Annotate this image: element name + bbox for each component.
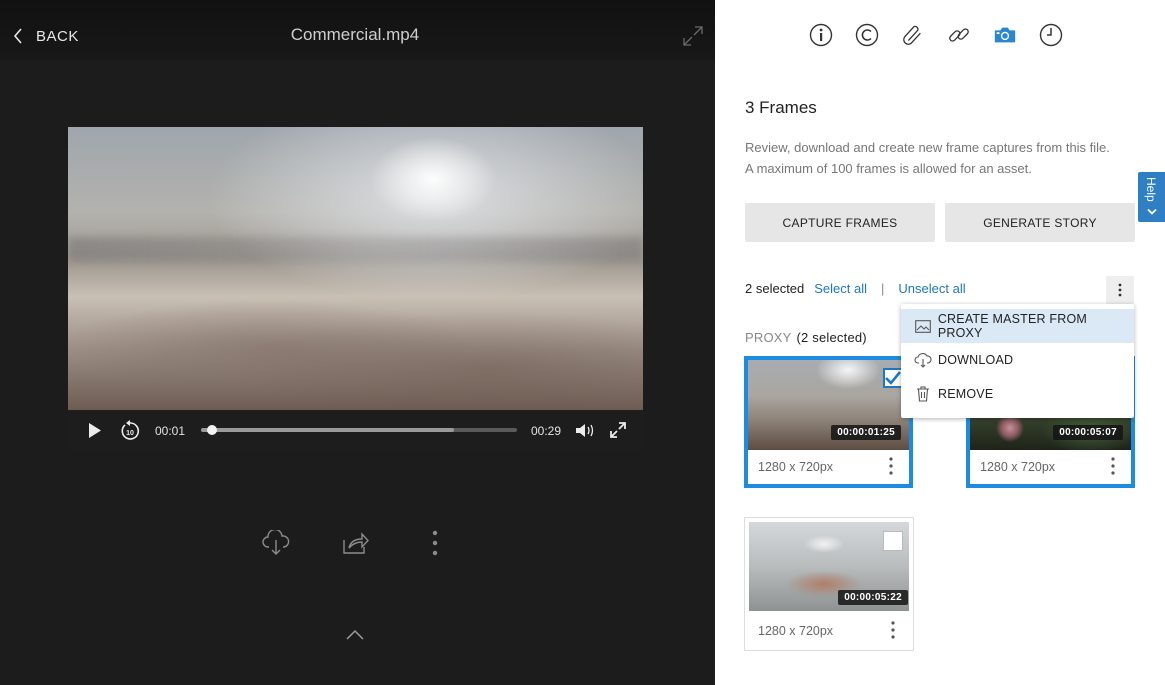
frame-resolution: 1280 x 720px [980,460,1056,474]
svg-text:10: 10 [126,430,134,437]
proxy-count: (2 selected) [796,330,867,345]
back-button[interactable]: BACK [12,22,79,50]
menu-item-remove[interactable]: REMOVE [901,377,1134,411]
back-label: BACK [36,27,79,45]
volume-icon[interactable] [575,423,595,438]
fullscreen-icon[interactable] [610,422,626,438]
frame-card[interactable]: 00:00:05:22 1280 x 720px [744,517,914,651]
selection-bar: 2 selected Select all | Unselect all [745,281,966,296]
generate-story-button[interactable]: GENERATE STORY [945,203,1135,242]
frame-checkbox[interactable] [883,531,903,551]
trash-icon [917,386,929,402]
frame-timecode: 00:00:05:22 [838,590,908,605]
bulk-actions-menu: CREATE MASTER FROM PROXY DOWNLOAD REMOVE [901,304,1134,418]
frame-timecode: 00:00:01:25 [831,425,901,440]
selected-count: 2 selected [745,281,805,296]
video-player[interactable]: 10 00:01 00:29 [68,127,643,450]
viewer: BACK Commercial.mp4 10 00:01 00:29 [0,0,715,685]
tab-attachments[interactable] [901,22,925,48]
chevron-down-icon [1147,208,1157,215]
file-title: Commercial.mp4 [290,25,420,44]
link-icon [949,28,969,42]
viewer-header: BACK Commercial.mp4 [0,0,715,60]
frame-more-icon[interactable] [1107,455,1119,477]
buffer-fill [201,428,454,432]
proxy-label: PROXY [745,330,792,345]
menu-item-label: REMOVE [938,387,994,401]
description-line: Review, download and create new frame ca… [745,140,1110,155]
tab-info[interactable] [809,22,833,48]
help-tab[interactable]: Help [1138,172,1165,222]
select-all-link[interactable]: Select all [814,281,867,296]
current-time: 00:01 [155,424,186,438]
menu-item-label: CREATE MASTER FROM PROXY [937,312,1088,340]
description-line: A maximum of 100 frames is allowed for a… [745,161,1032,176]
capture-frames-button[interactable]: CAPTURE FRAMES [745,203,935,242]
frame-more-icon[interactable] [887,619,899,641]
progress-thumb[interactable] [206,425,217,435]
chevron-left-icon [13,28,22,44]
frame-more-icon[interactable] [885,455,897,477]
image-icon [915,319,931,333]
info-icon [809,23,833,47]
duration: 00:29 [531,424,562,438]
chevron-up-icon[interactable] [345,628,365,642]
more-icon[interactable] [431,530,439,556]
checkmark-icon [885,371,902,385]
tab-links[interactable] [947,22,971,48]
frame-card[interactable]: 00:00:01:25 1280 x 720px [744,356,913,488]
progress-bar[interactable] [201,425,517,435]
menu-item-create-master[interactable]: CREATE MASTER FROM PROXY [901,309,1134,343]
tab-frames[interactable] [993,22,1017,48]
frame-resolution: 1280 x 720px [758,460,834,474]
menu-item-download[interactable]: DOWNLOAD [901,343,1134,377]
play-icon[interactable] [88,423,102,438]
player-controls: 10 00:01 00:29 [68,410,643,450]
bulk-actions-button[interactable] [1106,276,1134,304]
copyright-icon [855,23,879,47]
frames-title: 3 Frames [745,98,817,117]
frame-timecode: 00:00:05:07 [1053,425,1123,440]
fullscreen-diagonal-icon[interactable] [682,25,704,47]
more-vertical-icon [1118,283,1122,297]
tab-copyright[interactable] [855,22,879,48]
camera-icon [994,27,1016,43]
unselect-all-link[interactable]: Unselect all [898,281,965,296]
frames-description: Review, download and create new frame ca… [745,137,1145,179]
replay-10-icon[interactable]: 10 [120,420,140,441]
download-icon[interactable] [262,530,290,556]
divider: | [881,281,885,296]
frame-checkbox[interactable] [883,368,903,388]
attachment-icon [903,25,921,45]
video-frame-image [68,127,643,410]
panel-tabs [809,22,1063,48]
menu-item-label: DOWNLOAD [938,353,1014,367]
tab-history[interactable] [1039,22,1063,48]
cloud-download-icon [914,353,932,368]
frame-resolution: 1280 x 720px [758,624,834,638]
help-label: Help [1144,177,1158,202]
history-icon [1039,23,1063,47]
share-icon[interactable] [342,531,370,555]
proxy-section-label: PROXY (2 selected) [745,330,867,345]
